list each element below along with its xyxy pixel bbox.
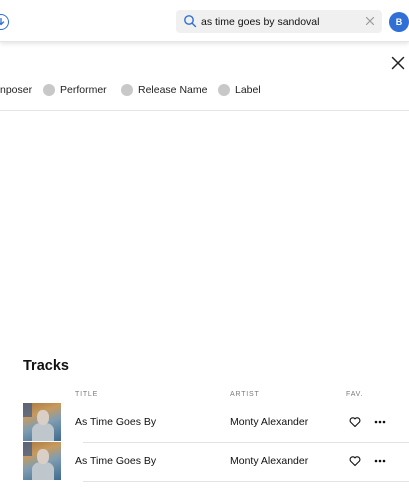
radio-icon[interactable] — [121, 84, 133, 96]
filter-label: Label — [235, 84, 261, 96]
download-icon[interactable] — [0, 14, 9, 30]
filter-release-name[interactable]: Release Name — [121, 80, 207, 100]
filter-label: nposer — [0, 84, 33, 96]
heart-icon[interactable] — [349, 455, 361, 467]
tracks-heading: Tracks — [23, 358, 69, 374]
table-row[interactable]: As Time Goes By Monty Alexander — [23, 403, 409, 443]
column-header-artist: ARTIST — [230, 391, 260, 398]
search-box[interactable] — [176, 10, 382, 33]
track-title[interactable]: As Time Goes By — [75, 455, 156, 467]
album-art-thumbnail — [23, 442, 61, 480]
filter-composer[interactable]: nposer — [0, 80, 32, 100]
filter-bar: nposer Performer Release Name Label — [0, 80, 409, 100]
track-artist[interactable]: Monty Alexander — [230, 455, 308, 467]
more-icon[interactable] — [374, 420, 386, 424]
search-results-page: B nposer Performer Release Name Label Tr… — [0, 0, 409, 500]
close-icon[interactable] — [391, 56, 405, 70]
radio-icon[interactable] — [218, 84, 230, 96]
radio-icon[interactable] — [43, 84, 55, 96]
column-header-fav: FAV. — [346, 391, 364, 398]
clear-icon[interactable] — [364, 15, 376, 27]
divider — [0, 110, 409, 111]
avatar[interactable]: B — [389, 12, 409, 32]
more-icon[interactable] — [374, 459, 386, 463]
search-input[interactable] — [201, 10, 361, 33]
filter-label: Release Name — [138, 84, 208, 96]
album-art-thumbnail — [23, 403, 61, 441]
search-icon — [184, 15, 197, 28]
row-divider — [83, 481, 409, 482]
filter-label-option[interactable]: Label — [218, 80, 261, 100]
filter-label: Performer — [60, 84, 107, 96]
table-row[interactable]: As Time Goes By Monty Alexander — [23, 442, 409, 482]
top-bar: B — [0, 0, 409, 42]
column-header-title: TITLE — [75, 391, 99, 398]
heart-icon[interactable] — [349, 416, 361, 428]
filter-performer[interactable]: Performer — [43, 80, 107, 100]
track-artist[interactable]: Monty Alexander — [230, 416, 308, 428]
track-title[interactable]: As Time Goes By — [75, 416, 156, 428]
